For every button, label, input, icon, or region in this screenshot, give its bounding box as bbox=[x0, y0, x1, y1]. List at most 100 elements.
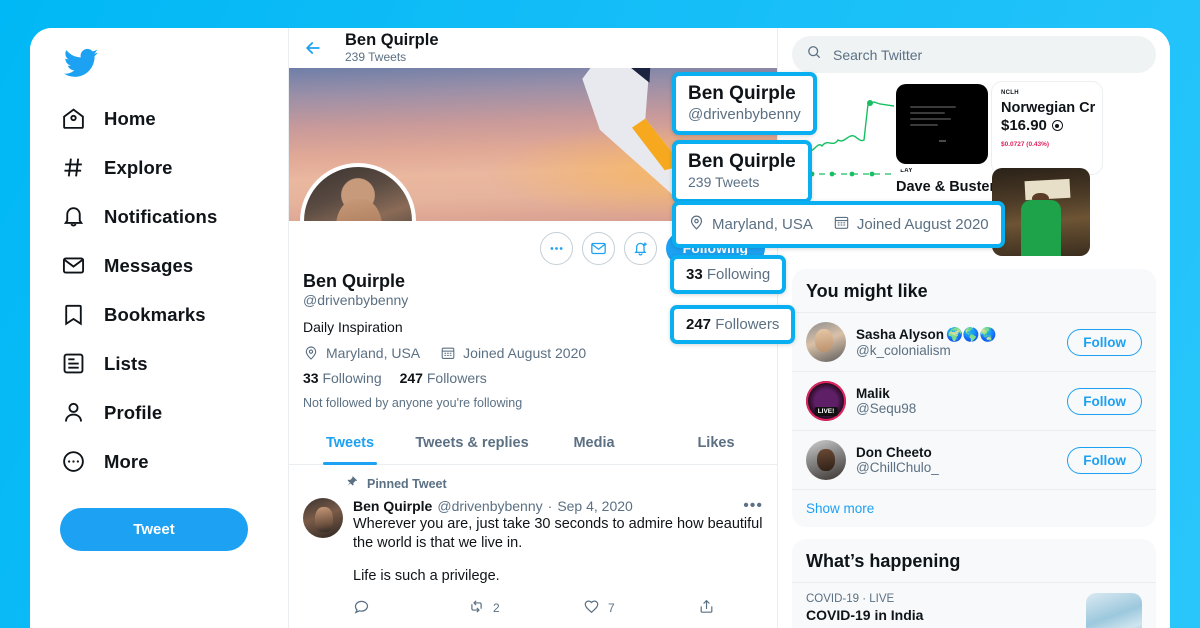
suggestion-handle: @Sequ98 bbox=[856, 401, 917, 416]
trend-category: COVID-19 · LIVE bbox=[806, 593, 895, 605]
callout-followers-count: 247 Followers bbox=[670, 305, 796, 344]
trend-thumbnail bbox=[1086, 593, 1142, 628]
envelope-icon bbox=[60, 253, 86, 279]
info-circle-icon bbox=[1051, 120, 1063, 131]
callout-tweet-count: Ben Quirple 239 Tweets bbox=[672, 140, 812, 203]
tweet-count: 239 Tweets bbox=[345, 49, 407, 64]
bookmark-icon bbox=[60, 302, 86, 328]
list-item[interactable]: Don Cheeto @ChillChulo_ Follow bbox=[792, 430, 1156, 489]
ellipsis-icon[interactable]: ••• bbox=[743, 498, 763, 513]
sidebar-item-explore[interactable]: Explore bbox=[60, 143, 288, 192]
sidebar-item-label: Notifications bbox=[104, 205, 218, 227]
like-button[interactable]: 7 bbox=[583, 598, 698, 618]
twitter-app-window: Home Explore Notifications Messages Book bbox=[30, 28, 1170, 628]
promo-stock-card[interactable]: NCLH Norwegian Cr $16.90 $0.0727 (0.43%) bbox=[992, 82, 1102, 174]
callout-followers-label: Followers bbox=[715, 316, 780, 333]
home-icon bbox=[60, 106, 86, 132]
sidebar-item-bookmarks[interactable]: Bookmarks bbox=[60, 290, 288, 339]
reply-button[interactable] bbox=[353, 598, 468, 618]
show-more-link[interactable]: Show more bbox=[792, 489, 1156, 527]
retweet-button[interactable]: 2 bbox=[468, 598, 583, 618]
tweet-text-line-2: Life is such a privilege. bbox=[353, 567, 500, 584]
share-button[interactable] bbox=[698, 598, 763, 618]
reply-icon bbox=[353, 598, 370, 618]
suggestion-name: Sasha Alyson bbox=[856, 327, 945, 342]
message-button[interactable] bbox=[581, 231, 615, 265]
sidebar-item-lists[interactable]: Lists bbox=[60, 339, 288, 388]
location-pin-icon bbox=[688, 214, 705, 235]
bell-icon bbox=[60, 204, 86, 230]
suggestion-name-row: Sasha Alyson 🌍🌎🌏 bbox=[856, 327, 1057, 343]
twitter-bird-icon[interactable] bbox=[64, 46, 98, 80]
list-item[interactable]: Malik @Sequ98 Follow bbox=[792, 371, 1156, 430]
pin-icon bbox=[345, 475, 358, 493]
search-input[interactable] bbox=[833, 46, 1142, 63]
suggestion-handle: @k_colonialism bbox=[856, 342, 951, 358]
search-icon bbox=[806, 44, 822, 65]
tweet-text: Wherever you are, just take 30 seconds t… bbox=[353, 515, 763, 586]
sidebar-item-notifications[interactable]: Notifications bbox=[60, 192, 288, 241]
tweet-header: Ben Quirple @drivenbybenny · Sep 4, 2020… bbox=[353, 498, 763, 514]
suggestion-name: Don Cheeto bbox=[856, 445, 932, 460]
play-ticker: PLAY bbox=[896, 168, 913, 174]
sidebar-item-label: Explore bbox=[104, 156, 173, 178]
callout-name-text: Ben Quirple bbox=[688, 151, 796, 172]
more-options-button[interactable] bbox=[539, 231, 573, 265]
profile-meta: Maryland, USA Joined August 2020 bbox=[303, 345, 763, 361]
callout-display-name: Ben Quirple @drivenbybenny bbox=[672, 72, 817, 136]
avatar[interactable] bbox=[806, 440, 846, 480]
suggestion-name: Malik bbox=[856, 386, 890, 401]
sidebar-item-home[interactable]: Home bbox=[60, 94, 288, 143]
avatar[interactable] bbox=[806, 381, 846, 421]
list-item[interactable]: COVID-19 · LIVE COVID-19 in India bbox=[792, 582, 1156, 628]
callout-handle-text: @drivenbybenny bbox=[688, 105, 801, 123]
avatar[interactable] bbox=[300, 163, 416, 221]
tweet-separator: · bbox=[547, 498, 553, 514]
callout-following-count: 33 Following bbox=[670, 255, 787, 294]
pinned-label-row: Pinned Tweet bbox=[345, 475, 763, 493]
page-title: Ben Quirple bbox=[345, 30, 439, 49]
sidebar-item-more[interactable]: More bbox=[60, 437, 288, 486]
play-name: Dave & Buster bbox=[896, 179, 996, 195]
callout-location-joined: Maryland, USA Joined August 2020 bbox=[672, 201, 1005, 248]
tweet-author-avatar[interactable] bbox=[303, 498, 343, 538]
sidebar-item-label: Lists bbox=[104, 352, 148, 374]
avatar[interactable] bbox=[806, 322, 846, 362]
profile-tabs: Tweets Tweets & replies Media Likes bbox=[289, 423, 777, 465]
tweet-author-name[interactable]: Ben Quirple bbox=[353, 498, 432, 514]
tab-likes[interactable]: Likes bbox=[655, 423, 777, 464]
location-pin-icon bbox=[303, 345, 319, 361]
follow-button[interactable]: Follow bbox=[1067, 387, 1142, 415]
back-arrow-icon[interactable] bbox=[303, 38, 323, 58]
profile-stats: 33 Following 247 Followers bbox=[303, 370, 763, 386]
whats-happening-card: What’s happening COVID-19 · LIVE COVID-1… bbox=[792, 539, 1156, 628]
calendar-icon bbox=[833, 214, 850, 235]
tweet-button[interactable]: Tweet bbox=[60, 508, 248, 551]
following-stat[interactable]: 33 Following bbox=[303, 370, 382, 386]
tab-tweets[interactable]: Tweets bbox=[289, 423, 411, 464]
right-sidebar: NCLH Norwegian Cr $16.90 $0.0727 (0.43%)… bbox=[778, 28, 1170, 628]
search-bar[interactable] bbox=[792, 36, 1156, 73]
promo-photo-card[interactable] bbox=[992, 168, 1090, 256]
tab-media[interactable]: Media bbox=[533, 423, 655, 464]
pinned-tweet[interactable]: Pinned Tweet Ben Quirple @drivenbybenny … bbox=[289, 465, 777, 618]
sidebar-item-messages[interactable]: Messages bbox=[60, 241, 288, 290]
sidebar-item-label: Home bbox=[104, 107, 156, 129]
promo-dark-card[interactable] bbox=[896, 84, 988, 164]
profile-joined-date: Joined August 2020 bbox=[463, 345, 587, 361]
list-item[interactable]: Sasha Alyson 🌍🌎🌏 @k_colonialism Follow bbox=[792, 312, 1156, 371]
callout-following-label: Following bbox=[706, 266, 771, 283]
tab-tweets-replies[interactable]: Tweets & replies bbox=[411, 423, 533, 464]
follow-button[interactable]: Follow bbox=[1067, 446, 1142, 474]
share-icon bbox=[698, 598, 715, 618]
follow-button[interactable]: Follow bbox=[1067, 328, 1142, 356]
tweet-actions: 2 7 bbox=[353, 598, 763, 618]
followers-stat[interactable]: 247 Followers bbox=[400, 370, 487, 386]
sidebar-item-profile[interactable]: Profile bbox=[60, 388, 288, 437]
retweet-count: 2 bbox=[493, 600, 500, 615]
globe-emoji: 🌍🌎🌏 bbox=[946, 326, 997, 342]
retweet-icon bbox=[468, 598, 485, 618]
callout-name-text: Ben Quirple bbox=[688, 83, 796, 104]
notify-button[interactable] bbox=[623, 231, 657, 265]
hashtag-icon bbox=[60, 155, 86, 181]
